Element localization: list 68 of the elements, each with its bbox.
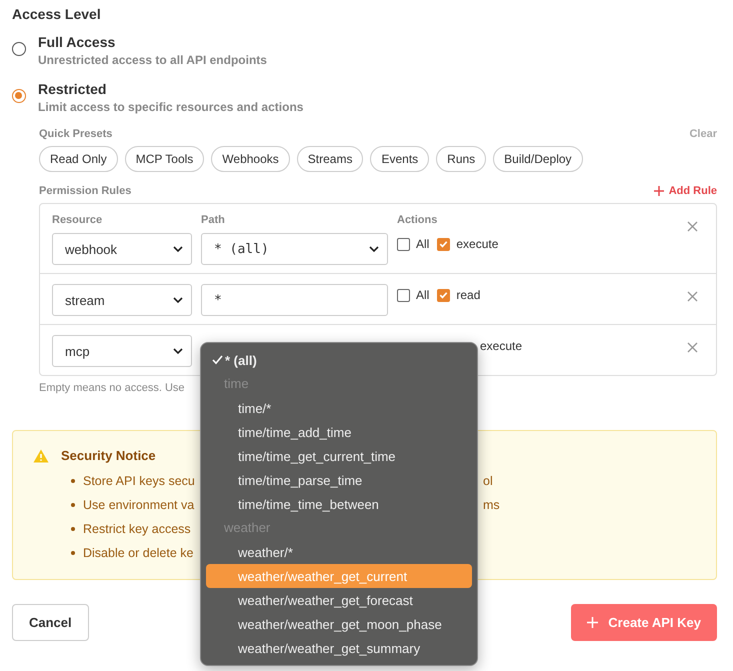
menu-option[interactable]: weather/* xyxy=(206,540,472,564)
menu-option[interactable]: time/time_get_current_time xyxy=(206,444,472,468)
notice-text: Use environment va xyxy=(83,498,194,512)
check-icon xyxy=(212,355,223,365)
resource-select[interactable]: webhook xyxy=(52,233,192,265)
radio-button[interactable] xyxy=(12,89,26,103)
checkbox[interactable] xyxy=(397,288,410,302)
resource-select[interactable]: stream xyxy=(52,284,192,316)
menu-option[interactable]: weather/weather_get_summary xyxy=(206,636,472,660)
menu-option[interactable]: time/time_add_time xyxy=(206,420,472,444)
menu-option[interactable]: weather/weather_get_forecast xyxy=(206,588,472,612)
chevron-icon xyxy=(369,246,379,252)
menu-option[interactable]: time/time_parse_time xyxy=(206,468,472,492)
menu-option[interactable]: * (all) xyxy=(206,348,472,372)
cancel-button[interactable]: Cancel xyxy=(12,604,89,641)
option-label: Restricted xyxy=(38,81,108,97)
close-icon[interactable] xyxy=(687,342,698,353)
notice-text: Restrict key access xyxy=(83,522,191,536)
checkbox[interactable] xyxy=(437,238,450,250)
preset-chip[interactable]: Streams xyxy=(296,146,364,172)
plus-icon xyxy=(654,186,664,196)
action-label: execute xyxy=(456,237,498,251)
close-icon[interactable] xyxy=(687,291,698,302)
path-select[interactable]: * (all) xyxy=(201,233,388,265)
chevron-icon xyxy=(173,246,183,252)
preset-chip[interactable]: MCP Tools xyxy=(124,146,204,172)
notice-text: ol xyxy=(483,474,493,488)
action-label: read xyxy=(456,288,480,302)
action-label: All xyxy=(416,288,430,302)
action-label: All xyxy=(416,237,430,251)
warning-icon xyxy=(33,448,49,462)
section-label: Permission Rules xyxy=(39,185,132,197)
section-title: Access Level xyxy=(12,6,102,22)
bullet-icon xyxy=(71,551,75,555)
chevron-icon xyxy=(173,296,183,304)
chevron-icon xyxy=(173,348,183,354)
resource-select[interactable]: mcp xyxy=(52,335,192,367)
preset-chip[interactable]: Events xyxy=(370,146,430,172)
checkbox[interactable] xyxy=(397,238,410,250)
close-icon[interactable] xyxy=(687,221,698,232)
bullet-icon xyxy=(71,527,75,531)
bullet-icon xyxy=(71,479,75,483)
plus-icon xyxy=(587,617,598,628)
path-input[interactable]: * xyxy=(201,284,388,316)
action-label: execute xyxy=(480,339,522,353)
checkbox[interactable] xyxy=(437,288,450,302)
preset-chip[interactable]: Build/Deploy xyxy=(493,146,583,172)
option-description: Unrestricted access to all API endpoints xyxy=(38,53,267,67)
hint-text: Empty means no access. Use xyxy=(39,382,185,394)
option-description: Limit access to specific resources and actions xyxy=(38,100,304,114)
menu-option[interactable]: time/time_time_between xyxy=(206,492,472,516)
preset-chip[interactable]: Runs xyxy=(436,146,486,172)
bullet-icon xyxy=(71,503,75,507)
radio-button[interactable] xyxy=(12,42,26,56)
notice-text: ms xyxy=(483,498,500,512)
column-header: Resource xyxy=(52,214,104,226)
section-label: Quick Presets xyxy=(39,128,112,140)
menu-option[interactable]: weather/weather_get_moon_phase xyxy=(206,612,472,636)
column-header: Path xyxy=(201,214,226,226)
add-rule-link[interactable]: Add Rule xyxy=(654,185,717,197)
option-label: Full Access xyxy=(38,34,116,50)
preset-chip[interactable]: Read Only xyxy=(39,146,118,172)
notice-text: Store API keys secu xyxy=(83,474,195,488)
menu-option[interactable]: time/* xyxy=(206,396,472,420)
column-header: Actions xyxy=(397,214,438,226)
notice-title: Security Notice xyxy=(61,448,156,463)
preset-chip[interactable]: Webhooks xyxy=(211,146,290,172)
notice-text: Disable or delete ke xyxy=(83,546,194,560)
